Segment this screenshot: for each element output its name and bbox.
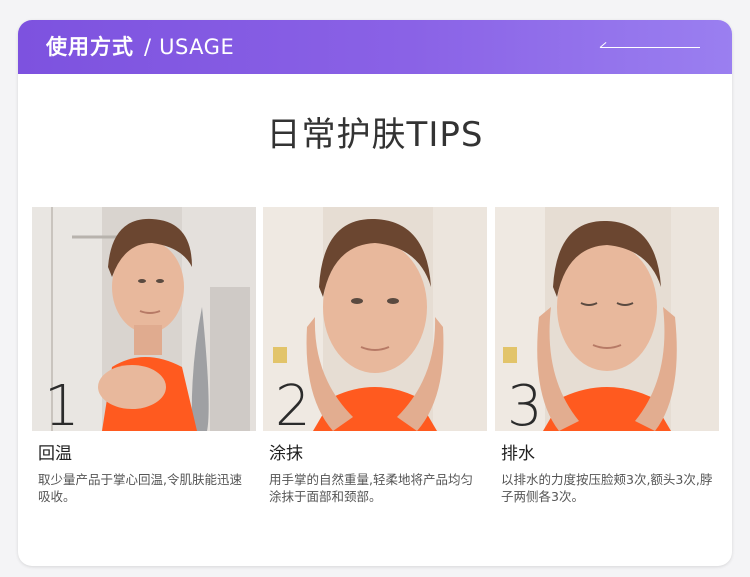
step-1-title: 回温 [38,444,72,464]
step-3-description: 以排水的力度按压脸颊3次,额头3次,脖子两侧各3次。 [501,472,713,504]
header-separator: / [144,35,152,59]
decorative-arrow-line [600,47,700,48]
step-2-title: 涂抹 [269,444,303,464]
step-1: 1 回温 取少量产品于掌心回温,令肌肤能迅速吸收。 [32,207,256,505]
step-2-photo: 2 [263,207,487,431]
step-3-title: 排水 [501,444,535,464]
usage-header: 使用方式 / USAGE [18,20,732,74]
usage-card: 使用方式 / USAGE 日常护肤TIPS 1 回温 取少量产品于掌心回温,令肌… [18,20,732,566]
step-3-photo: 3 [495,207,719,431]
step-3: 3 排水 以排水的力度按压脸颊3次,额头3次,脖子两侧各3次。 [495,207,719,505]
step-1-photo: 1 [32,207,256,431]
step-1-description: 取少量产品于掌心回温,令肌肤能迅速吸收。 [38,472,242,504]
step-2: 2 涂抹 用手掌的自然重量,轻柔地将产品均匀涂抹于面部和颈部。 [263,207,487,505]
main-title: 日常护肤TIPS [266,115,484,155]
step-1-number: 1 [44,374,80,432]
step-2-description: 用手掌的自然重量,轻柔地将产品均匀涂抹于面部和颈部。 [269,472,473,504]
step-2-number: 2 [275,374,311,432]
step-3-number: 3 [507,374,543,432]
header-title-en: USAGE [159,35,235,59]
header-title-zh: 使用方式 [46,35,134,59]
header-title: 使用方式 / USAGE [46,34,234,60]
